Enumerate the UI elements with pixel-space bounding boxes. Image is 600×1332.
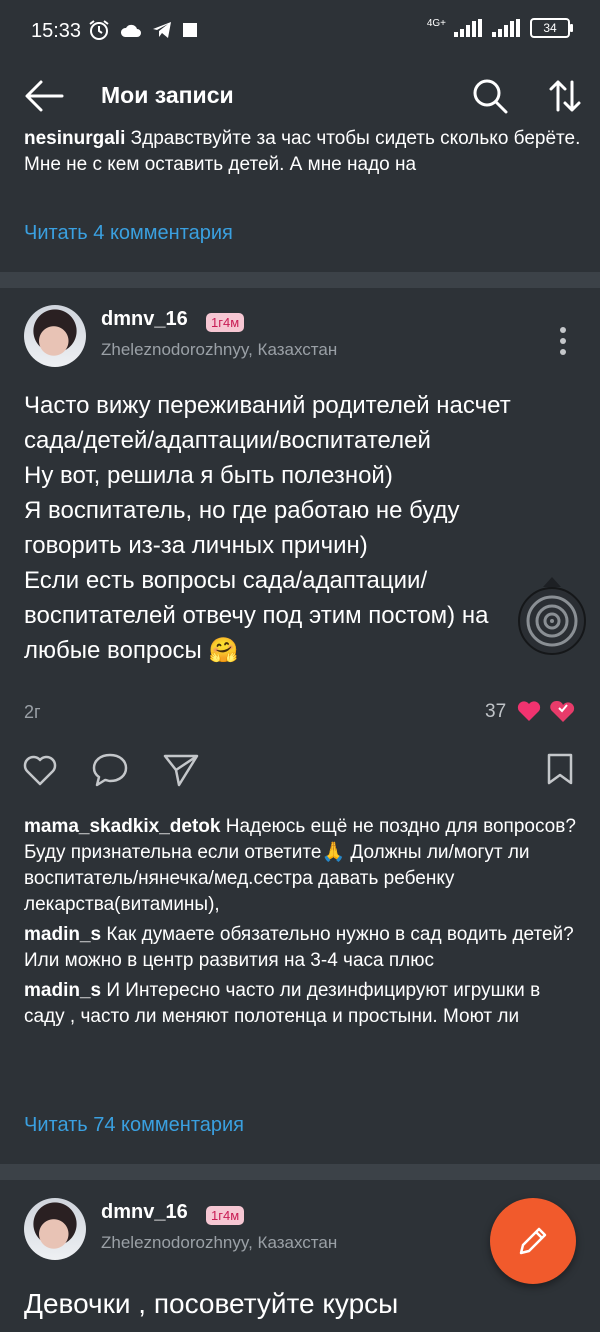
- post-username[interactable]: dmnv_16: [101, 308, 188, 331]
- search-icon[interactable]: [472, 78, 508, 114]
- post-location: Zheleznodorozhnyy, Казахстан: [101, 340, 338, 359]
- comment-username[interactable]: madin_s: [24, 980, 101, 1001]
- new-post-button[interactable]: [490, 1198, 576, 1284]
- time-badge: 1г4м: [206, 313, 245, 332]
- post-text: Часто вижу переживаний родителей насчет …: [24, 388, 584, 668]
- avatar[interactable]: [24, 1198, 86, 1260]
- sort-icon[interactable]: [548, 78, 582, 114]
- post-text-line: Девочки , посоветуйте курсы: [24, 1288, 399, 1319]
- comment-text: И Интересно часто ли дезинфицируют игруш…: [24, 980, 541, 1027]
- comment-item: madin_s Как думаете обязательно нужно в …: [24, 922, 584, 974]
- prev-comment: nesinurgali Здравствуйте за час чтобы си…: [24, 126, 584, 178]
- comment-item: madin_s И Интересно часто ли дезинфициру…: [24, 978, 584, 1030]
- status-time: 15:33: [31, 20, 82, 42]
- post-separator: [0, 1164, 600, 1180]
- back-arrow-icon[interactable]: [24, 79, 64, 113]
- post-text-line: говорить из-за личных причин): [24, 532, 368, 559]
- telegram-icon: [153, 22, 171, 38]
- comment-username[interactable]: mama_skadkix_detok: [24, 816, 220, 837]
- post-separator: [0, 272, 600, 288]
- app-bar: Мои записи: [0, 64, 600, 128]
- post-text-line: воспитателей отвечу под этим постом) на: [24, 602, 489, 629]
- read-comments-link[interactable]: Читать 74 комментария: [24, 1114, 244, 1137]
- post-text-line: Я воспитатель, но где работаю не буду: [24, 497, 460, 524]
- comment-username[interactable]: nesinurgali: [24, 128, 125, 149]
- page-title: Мои записи: [101, 82, 234, 108]
- post-text-line: Ну вот, решила я быть полезной): [24, 462, 393, 489]
- alarm-icon: [89, 20, 109, 40]
- comment-icon[interactable]: [91, 752, 129, 788]
- avatar[interactable]: [24, 305, 86, 367]
- cloud-icon: [120, 24, 141, 37]
- post-age: 2г: [24, 702, 41, 722]
- network-label: 4G+: [426, 18, 446, 29]
- post-text-line: сада/детей/адаптации/воспитателей: [24, 427, 431, 454]
- battery-icon: 34: [530, 18, 573, 38]
- status-bar: 15:33 4G+ 34: [0, 0, 600, 64]
- comment-text: Как думаете обязательно нужно в сад води…: [24, 924, 574, 971]
- reaction-icon: [550, 700, 575, 722]
- post-text-line: любые вопросы 🤗: [24, 637, 239, 664]
- share-icon[interactable]: [162, 752, 200, 788]
- comment-username[interactable]: madin_s: [24, 924, 101, 945]
- comment-item: mama_skadkix_detok Надеюсь ещё не поздно…: [24, 814, 584, 918]
- likes-count: 37: [485, 701, 507, 722]
- post-text: Девочки , посоветуйте курсы: [24, 1286, 584, 1321]
- pencil-icon: [519, 1227, 547, 1255]
- post-text-line: Часто вижу переживаний родителей насчет: [24, 392, 511, 419]
- post-location: Zheleznodorozhnyy, Казахстан: [101, 1233, 338, 1252]
- post-username[interactable]: dmnv_16: [101, 1201, 188, 1224]
- comments-list: mama_skadkix_detok Надеюсь ещё не поздно…: [24, 814, 584, 1034]
- time-badge: 1г4м: [206, 1206, 245, 1225]
- like-icon[interactable]: [22, 753, 58, 787]
- heart-filled-icon: [517, 701, 541, 721]
- post-text-line: Если есть вопросы сада/адаптации/: [24, 567, 428, 594]
- square-icon: [183, 23, 197, 37]
- read-comments-link[interactable]: Читать 4 комментария: [24, 222, 233, 245]
- more-options-icon[interactable]: [550, 326, 576, 356]
- signal-icon: [454, 19, 482, 37]
- signal-icon-2: [492, 19, 520, 37]
- floating-target-icon[interactable]: [517, 573, 587, 659]
- bookmark-icon[interactable]: [546, 752, 574, 786]
